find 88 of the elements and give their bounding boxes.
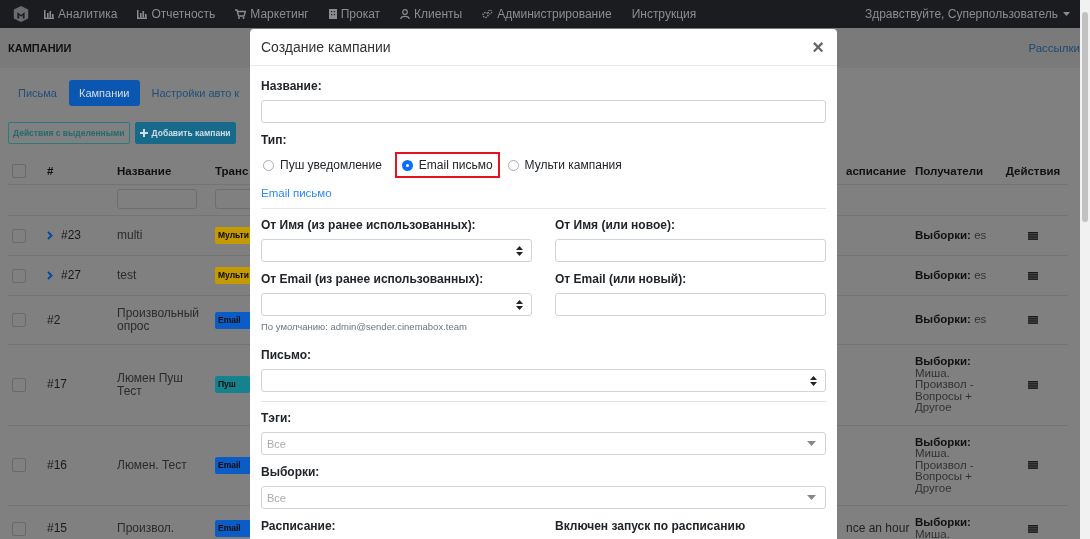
caret-icon <box>1063 12 1070 16</box>
chevron-right-icon[interactable] <box>47 231 53 240</box>
text-input[interactable] <box>555 239 826 262</box>
column-header: Транс <box>215 164 249 178</box>
user-menu[interactable]: Здравствуйте, Суперпользователь <box>864 7 1070 21</box>
text-input[interactable] <box>555 293 826 316</box>
field-label: От Email (или новый): <box>555 272 688 286</box>
select-field[interactable] <box>261 293 532 316</box>
close-button[interactable]: × <box>810 37 826 57</box>
table-cell: #2 <box>47 313 61 327</box>
table-cell: Произвол. <box>117 522 175 535</box>
table-cell: Люмен. Тест <box>117 458 187 472</box>
list-icon[interactable] <box>1028 271 1038 280</box>
chevron-right-icon[interactable] <box>47 271 53 280</box>
sort-arrows-icon <box>516 245 523 256</box>
nav-link[interactable]: Клиенты <box>400 7 463 21</box>
table-cell: multi <box>117 229 143 242</box>
table-cell: Выборки: es <box>915 314 987 326</box>
cart-icon <box>235 9 247 19</box>
table-cell: test <box>117 269 137 282</box>
scrollbar-thumb[interactable] <box>1082 12 1088 222</box>
radio-button[interactable] <box>401 159 413 171</box>
radio-label: Мульти кампания <box>524 158 622 172</box>
table-cell-text: Выборки: Миша. Произвол - Вопросы + Другое <box>915 356 975 414</box>
select-field[interactable] <box>261 369 826 392</box>
select-field[interactable] <box>261 239 532 262</box>
scrollbar[interactable] <box>1080 0 1090 539</box>
field-label: От Email (из ранее использованных): <box>261 272 485 286</box>
table-cell-text: Выборки: Миша. Произвол - Вопросы + Другое <box>915 436 975 494</box>
radio-option[interactable]: Пуш уведомление <box>261 152 389 178</box>
sort-arrows-icon <box>810 375 817 386</box>
type-badge: Пуш <box>215 376 250 394</box>
bar-chart-icon <box>44 9 54 19</box>
plus-icon <box>139 129 148 137</box>
highlighted-radio-option[interactable]: Email письмо <box>394 152 500 178</box>
table-cell: #17 <box>47 378 68 392</box>
table-cell: #15 <box>47 522 68 535</box>
table-cell: #16 <box>47 458 68 472</box>
column-header: Название <box>117 164 172 178</box>
field-label: Тип: <box>261 133 288 147</box>
nav-link[interactable]: Инструкция <box>631 7 697 21</box>
table-cell-text: Люмен Пуш Тест <box>117 371 184 398</box>
column-header: Действия <box>1005 164 1061 178</box>
page-title: КАМПАНИИ <box>8 42 72 54</box>
list-icon[interactable] <box>1028 524 1038 533</box>
column-header: # <box>47 164 54 178</box>
gears-icon <box>482 9 494 19</box>
modal-title: Создание кампании <box>261 39 391 55</box>
column-header: асписание <box>846 164 907 178</box>
list-icon[interactable] <box>1028 231 1038 240</box>
field-label: Включен запуск по расписанию <box>555 519 747 533</box>
radio-label: Email письмо <box>418 158 493 172</box>
field-label: Письмо: <box>261 348 313 362</box>
table-cell: #27 <box>61 269 82 282</box>
radio-option[interactable]: Мульти кампания <box>505 152 629 178</box>
table-cell-text: Выборки: Миша. <box>915 517 972 539</box>
column-header: Получатели <box>915 164 984 178</box>
field-label: От Имя (или новое): <box>555 218 676 232</box>
add-campaign-button[interactable]: Добавить кампани <box>134 122 236 144</box>
list-icon[interactable] <box>1028 461 1038 470</box>
nav-link[interactable]: Прокат <box>328 7 381 21</box>
field-label: Выборки: <box>261 465 321 479</box>
sort-arrows-icon <box>516 299 523 310</box>
table-cell: Выборки: es <box>915 269 987 282</box>
field-label: От Имя (из ранее использованных): <box>261 218 477 232</box>
building-icon <box>328 9 337 19</box>
table-cell: Выборки: es <box>915 229 987 242</box>
nav-link[interactable]: Администрирование <box>482 7 612 21</box>
table-cell: #23 <box>61 229 82 242</box>
tab[interactable]: Кампании <box>68 80 140 106</box>
dropdown-arrow-icon <box>807 441 816 446</box>
field-label: Расписание: <box>261 519 337 533</box>
list-icon[interactable] <box>1028 380 1038 389</box>
table-cell-text: Произвольный опрос <box>117 307 201 333</box>
nav-link[interactable]: Маркетинг <box>235 7 309 21</box>
field-label: Тэги: <box>261 411 293 425</box>
user-icon <box>400 9 411 19</box>
dropdown-arrow-icon <box>807 495 816 500</box>
nav-link[interactable]: Отчетность <box>137 7 216 21</box>
bar-chart-icon <box>137 9 148 19</box>
nav-link[interactable]: Аналитика <box>44 7 118 21</box>
logo-icon[interactable] <box>12 4 30 24</box>
name-input[interactable] <box>261 100 826 123</box>
table-cell: nce an hour <box>846 522 910 535</box>
type-link[interactable]: Email письмо <box>261 187 332 199</box>
radio-label: Пуш уведомление <box>280 158 382 172</box>
field-label: Название: <box>261 79 323 93</box>
help-text: По умолчанию: admin@sender.cinemabox.team <box>261 321 468 332</box>
